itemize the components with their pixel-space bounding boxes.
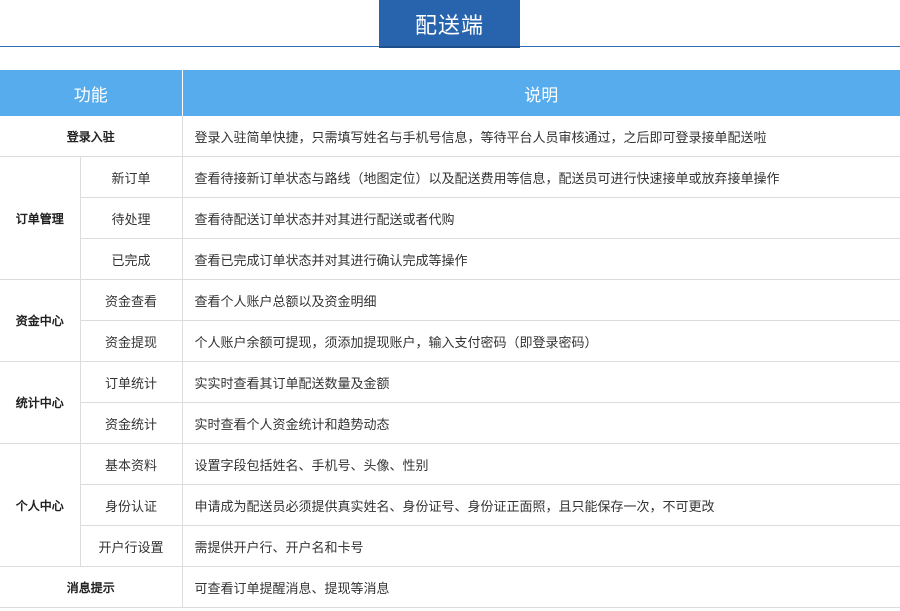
table-row: 消息提示 可查看订单提醒消息、提现等消息: [0, 566, 900, 608]
row-description: 查看已完成订单状态并对其进行确认完成等操作: [181, 238, 900, 280]
feature-label: 身份认证: [79, 484, 182, 526]
row-description: 设置字段包括姓名、手机号、头像、性别: [181, 443, 900, 485]
table-row: 待处理 查看待配送订单状态并对其进行配送或者代购: [0, 197, 900, 239]
row-description: 实实时查看其订单配送数量及金额: [181, 361, 900, 403]
feature-label: 基本资料: [79, 443, 182, 485]
table-row: 登录入驻 登录入驻简单快捷，只需填写姓名与手机号信息，等待平台人员审核通过，之后…: [0, 116, 900, 157]
table-row: 统计中心 订单统计 实实时查看其订单配送数量及金额: [0, 361, 900, 444]
feature-label: 资金统计: [79, 402, 182, 444]
row-description: 查看待接新订单状态与路线（地图定位）以及配送费用等信息，配送员可进行快速接单或放…: [181, 156, 900, 198]
page-title: 配送端: [379, 0, 520, 48]
feature-label: 新订单: [79, 156, 182, 198]
section-header: 配送端: [0, 0, 900, 48]
row-description: 实时查看个人资金统计和趋势动态: [181, 402, 900, 444]
row-description: 个人账户余额可提现，须添加提现账户，输入支付密码（即登录密码）: [181, 320, 900, 362]
feature-label: 已完成: [79, 238, 182, 280]
feature-label: 待处理: [79, 197, 182, 239]
table-row: 开户行设置 需提供开户行、开户名和卡号: [0, 525, 900, 567]
table-row: 订单管理 新订单 查看待接新订单状态与路线（地图定位）以及配送费用等信息，配送员…: [0, 156, 900, 280]
feature-label: 订单统计: [79, 361, 182, 403]
row-description: 查看待配送订单状态并对其进行配送或者代购: [181, 197, 900, 239]
category-messages: 消息提示: [0, 566, 182, 608]
table-row: 个人中心 基本资料 设置字段包括姓名、手机号、头像、性别: [0, 443, 900, 567]
table-row: 资金提现 个人账户余额可提现，须添加提现账户，输入支付密码（即登录密码）: [0, 320, 900, 362]
header-description: 说明: [181, 70, 900, 116]
row-description: 查看个人账户总额以及资金明细: [181, 279, 900, 321]
table-row: 资金统计 实时查看个人资金统计和趋势动态: [0, 402, 900, 444]
row-description: 可查看订单提醒消息、提现等消息: [181, 566, 900, 608]
table-row: 资金中心 资金查看 查看个人账户总额以及资金明细: [0, 279, 900, 362]
feature-label: 开户行设置: [79, 525, 182, 567]
category-funds: 资金中心: [0, 279, 80, 362]
table-row: 身份认证 申请成为配送员必须提供真实姓名、身份证号、身份证正面照，且只能保存一次…: [0, 484, 900, 526]
row-description: 申请成为配送员必须提供真实姓名、身份证号、身份证正面照，且只能保存一次，不可更改: [181, 484, 900, 526]
row-description: 需提供开户行、开户名和卡号: [181, 525, 900, 567]
feature-table: 功能 说明 登录入驻 登录入驻简单快捷，只需填写姓名与手机号信息，等待平台人员审…: [0, 70, 900, 608]
category-login: 登录入驻: [0, 116, 182, 157]
row-description: 登录入驻简单快捷，只需填写姓名与手机号信息，等待平台人员审核通过，之后即可登录接…: [181, 116, 900, 157]
category-order: 订单管理: [0, 156, 80, 280]
category-stats: 统计中心: [0, 361, 80, 444]
category-personal: 个人中心: [0, 443, 80, 567]
feature-label: 资金查看: [79, 279, 182, 321]
table-row: 已完成 查看已完成订单状态并对其进行确认完成等操作: [0, 238, 900, 280]
feature-label: 资金提现: [79, 320, 182, 362]
header-feature: 功能: [0, 70, 182, 116]
table-header-row: 功能 说明: [0, 70, 900, 116]
